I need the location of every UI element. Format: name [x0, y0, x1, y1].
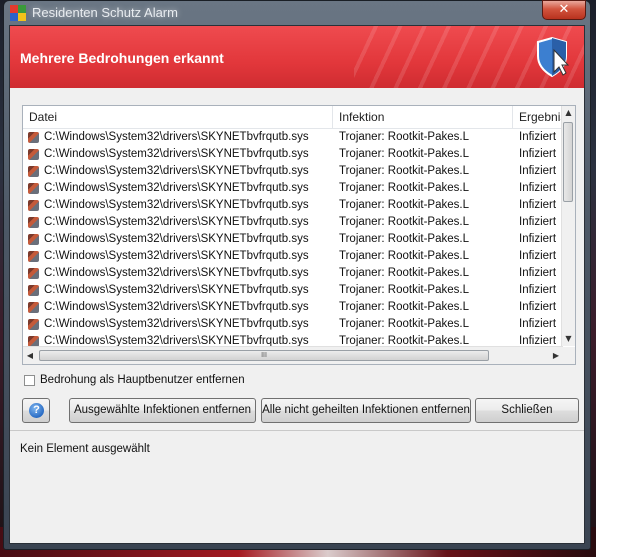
column-header-infection[interactable]: Infektion [333, 106, 513, 128]
threat-list[interactable]: Datei Infektion Ergebnis C:\Windows\Syst… [22, 105, 576, 365]
row-file-path: C:\Windows\System32\drivers\SKYNETbvfrqu… [44, 233, 309, 245]
virus-file-icon [28, 302, 39, 313]
admin-remove-checkbox[interactable] [24, 375, 35, 386]
scroll-grip: III [261, 352, 267, 359]
app-icon [10, 5, 26, 21]
scroll-up-arrow-icon[interactable]: ▲ [562, 106, 575, 120]
row-infection: Trojaner: Rootkit-Pakes.L [339, 165, 469, 177]
virus-file-icon [28, 268, 39, 279]
virus-file-icon [28, 200, 39, 211]
row-infection: Trojaner: Rootkit-Pakes.L [339, 267, 469, 279]
virus-file-icon [28, 234, 39, 245]
virus-file-icon [28, 319, 39, 330]
row-infection: Trojaner: Rootkit-Pakes.L [339, 318, 469, 330]
row-infection: Trojaner: Rootkit-Pakes.L [339, 148, 469, 160]
row-result: Infiziert [519, 165, 557, 177]
row-infection: Trojaner: Rootkit-Pakes.L [339, 301, 469, 313]
remove-selected-button[interactable]: Ausgewählte Infektionen entfernen [69, 398, 256, 423]
alert-title: Mehrere Bedrohungen erkannt [20, 50, 224, 66]
table-row[interactable]: C:\Windows\System32\drivers\SKYNETbvfrqu… [23, 163, 563, 180]
row-result: Infiziert [519, 318, 557, 330]
help-icon: ? [29, 403, 44, 418]
list-header: Datei Infektion Ergebnis [23, 106, 563, 129]
row-infection: Trojaner: Rootkit-Pakes.L [339, 250, 469, 262]
row-file-path: C:\Windows\System32\drivers\SKYNETbvfrqu… [44, 131, 309, 143]
table-row[interactable]: C:\Windows\System32\drivers\SKYNETbvfrqu… [23, 231, 563, 248]
row-infection: Trojaner: Rootkit-Pakes.L [339, 233, 469, 245]
table-row[interactable]: C:\Windows\System32\drivers\SKYNETbvfrqu… [23, 265, 563, 282]
row-file-path: C:\Windows\System32\drivers\SKYNETbvfrqu… [44, 250, 309, 262]
window-title: Residenten Schutz Alarm [32, 5, 178, 20]
alert-header: Mehrere Bedrohungen erkannt [10, 26, 584, 88]
row-result: Infiziert [519, 131, 557, 143]
row-result: Infiziert [519, 199, 557, 211]
dialog-content: Mehrere Bedrohungen erkannt Datei Infekt… [9, 25, 585, 544]
row-result: Infiziert [519, 182, 557, 194]
admin-remove-label[interactable]: Bedrohung als Hauptbenutzer entfernen [40, 374, 245, 386]
row-file-path: C:\Windows\System32\drivers\SKYNETbvfrqu… [44, 301, 309, 313]
horizontal-scrollbar[interactable]: ◀ III ▶ [23, 346, 563, 364]
vertical-scrollbar[interactable]: ▲ ▼ [561, 106, 575, 346]
table-row[interactable]: C:\Windows\System32\drivers\SKYNETbvfrqu… [23, 316, 563, 333]
virus-file-icon [28, 251, 39, 262]
row-file-path: C:\Windows\System32\drivers\SKYNETbvfrqu… [44, 165, 309, 177]
scroll-down-arrow-icon[interactable]: ▼ [562, 332, 575, 346]
row-result: Infiziert [519, 216, 557, 228]
virus-file-icon [28, 166, 39, 177]
row-file-path: C:\Windows\System32\drivers\SKYNETbvfrqu… [44, 318, 309, 330]
title-bar[interactable]: Residenten Schutz Alarm ✕ [4, 0, 590, 25]
table-row[interactable]: C:\Windows\System32\drivers\SKYNETbvfrqu… [23, 180, 563, 197]
row-infection: Trojaner: Rootkit-Pakes.L [339, 199, 469, 211]
row-file-path: C:\Windows\System32\drivers\SKYNETbvfrqu… [44, 267, 309, 279]
virus-file-icon [28, 183, 39, 194]
row-result: Infiziert [519, 148, 557, 160]
row-result: Infiziert [519, 250, 557, 262]
row-infection: Trojaner: Rootkit-Pakes.L [339, 284, 469, 296]
scroll-right-arrow-icon[interactable]: ▶ [549, 347, 563, 364]
table-row[interactable]: C:\Windows\System32\drivers\SKYNETbvfrqu… [23, 282, 563, 299]
status-text: Kein Element ausgewählt [20, 443, 150, 455]
remove-all-button[interactable]: Alle nicht geheilten Infektionen entfern… [261, 398, 471, 423]
table-row[interactable]: C:\Windows\System32\drivers\SKYNETbvfrqu… [23, 129, 563, 146]
virus-file-icon [28, 217, 39, 228]
scrollbar-corner [562, 347, 575, 364]
shield-cursor-icon [537, 36, 570, 78]
row-file-path: C:\Windows\System32\drivers\SKYNETbvfrqu… [44, 182, 309, 194]
close-window-button[interactable]: ✕ [542, 0, 586, 20]
row-file-path: C:\Windows\System32\drivers\SKYNETbvfrqu… [44, 148, 309, 160]
vertical-scroll-thumb[interactable] [563, 122, 573, 202]
table-row[interactable]: C:\Windows\System32\drivers\SKYNETbvfrqu… [23, 146, 563, 163]
table-row[interactable]: C:\Windows\System32\drivers\SKYNETbvfrqu… [23, 197, 563, 214]
row-infection: Trojaner: Rootkit-Pakes.L [339, 131, 469, 143]
virus-file-icon [28, 149, 39, 160]
list-rows: C:\Windows\System32\drivers\SKYNETbvfrqu… [23, 129, 563, 350]
row-file-path: C:\Windows\System32\drivers\SKYNETbvfrqu… [44, 284, 309, 296]
column-header-result[interactable]: Ergebnis [513, 106, 563, 128]
row-result: Infiziert [519, 267, 557, 279]
column-header-file[interactable]: Datei [23, 106, 333, 128]
row-file-path: C:\Windows\System32\drivers\SKYNETbvfrqu… [44, 199, 309, 211]
row-result: Infiziert [519, 301, 557, 313]
row-result: Infiziert [519, 284, 557, 296]
table-row[interactable]: C:\Windows\System32\drivers\SKYNETbvfrqu… [23, 214, 563, 231]
table-row[interactable]: C:\Windows\System32\drivers\SKYNETbvfrqu… [23, 248, 563, 265]
scroll-left-arrow-icon[interactable]: ◀ [23, 347, 37, 364]
virus-file-icon [28, 132, 39, 143]
row-result: Infiziert [519, 233, 557, 245]
separator [10, 430, 584, 431]
row-file-path: C:\Windows\System32\drivers\SKYNETbvfrqu… [44, 216, 309, 228]
horizontal-scroll-thumb[interactable]: III [39, 350, 489, 361]
row-infection: Trojaner: Rootkit-Pakes.L [339, 182, 469, 194]
close-button[interactable]: Schließen [475, 398, 579, 423]
table-row[interactable]: C:\Windows\System32\drivers\SKYNETbvfrqu… [23, 299, 563, 316]
row-infection: Trojaner: Rootkit-Pakes.L [339, 216, 469, 228]
alert-window: Residenten Schutz Alarm ✕ Mehrere Bedroh… [3, 0, 591, 550]
virus-file-icon [28, 285, 39, 296]
close-icon: ✕ [558, 2, 570, 17]
help-button[interactable]: ? [22, 398, 50, 423]
